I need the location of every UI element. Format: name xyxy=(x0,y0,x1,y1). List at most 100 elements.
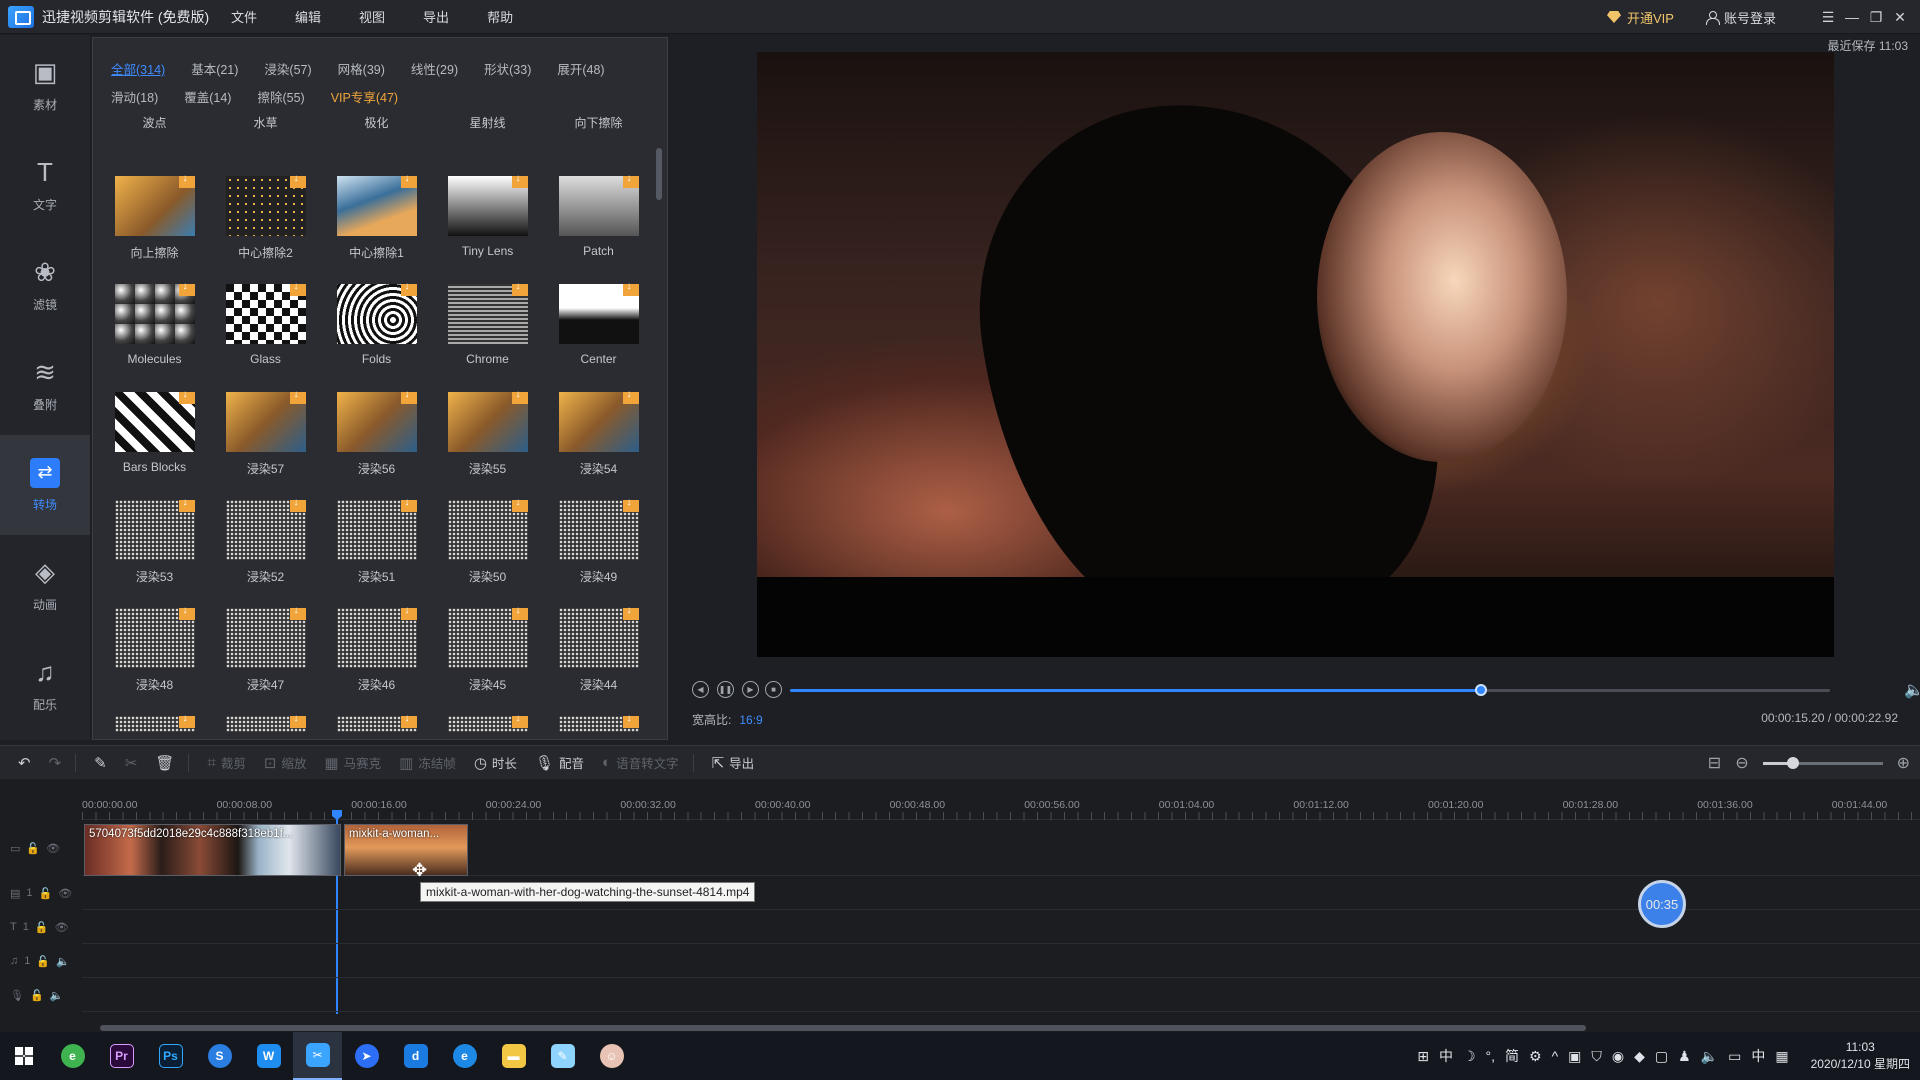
taskbar-app-dict[interactable]: d xyxy=(391,1032,440,1080)
transition-item[interactable]: 浸染57 xyxy=(218,389,313,477)
transition-item[interactable]: 浸染50 xyxy=(440,497,535,585)
duration-badge[interactable]: 00:35 xyxy=(1638,880,1686,928)
download-icon[interactable] xyxy=(178,389,195,404)
download-icon[interactable] xyxy=(289,281,306,296)
settings-icon[interactable]: ⚙ xyxy=(1529,1048,1542,1065)
export-button[interactable]: ⇱ 导出 xyxy=(712,753,755,772)
sidebar-item-music[interactable]: ♫ 配乐 xyxy=(0,635,90,735)
taskbar-app-notes[interactable]: ✎ xyxy=(538,1032,587,1080)
zoom-button[interactable]: ⊡ 缩放 xyxy=(264,753,307,772)
transition-item[interactable]: Molecules xyxy=(107,281,202,366)
transition-item[interactable]: 浸染52 xyxy=(218,497,313,585)
taskbar-app-video-editor[interactable]: ✂ xyxy=(293,1032,342,1080)
video-clip-1[interactable]: 5704073f5dd2018e29c4c888f318eb1f... xyxy=(84,824,341,876)
sidebar-item-animation[interactable]: ◈ 动画 xyxy=(0,535,90,635)
volume-icon[interactable]: 🔈 xyxy=(1904,680,1920,700)
taskbar-app-sogou[interactable]: S xyxy=(195,1032,244,1080)
transition-item[interactable]: 浸染49 xyxy=(551,497,646,585)
shield-icon[interactable]: ⛉ xyxy=(1591,1048,1602,1065)
speaker-icon[interactable]: 🔈 xyxy=(1701,1048,1718,1065)
download-icon[interactable] xyxy=(400,605,417,620)
taskbar-app-photoshop[interactable]: Ps xyxy=(146,1032,195,1080)
panel-scrollbar[interactable] xyxy=(655,114,663,732)
transition-item[interactable] xyxy=(218,713,313,732)
tab-slide[interactable]: 滑动(18) xyxy=(111,84,158,112)
login-button[interactable]: 账号登录 xyxy=(1705,8,1776,27)
zoom-slider-knob[interactable] xyxy=(1786,756,1799,769)
download-icon[interactable] xyxy=(289,173,306,188)
download-icon[interactable] xyxy=(511,173,528,188)
download-icon[interactable] xyxy=(289,389,306,404)
download-icon[interactable] xyxy=(511,497,528,512)
screenshot-icon[interactable]: ▢ xyxy=(1655,1048,1668,1065)
transition-item[interactable]: Patch xyxy=(551,173,646,258)
tab-vip[interactable]: VIP专享(47) xyxy=(331,84,398,112)
hamburger-menu-icon[interactable]: ☰ xyxy=(1816,0,1840,34)
start-button[interactable] xyxy=(0,1032,48,1080)
download-icon[interactable] xyxy=(622,497,639,512)
aspect-value[interactable]: 16:9 xyxy=(739,713,762,727)
taskbar-app-360[interactable]: e xyxy=(48,1032,97,1080)
progress-knob[interactable] xyxy=(1474,684,1487,696)
tab-linear[interactable]: 线性(29) xyxy=(411,56,458,84)
duration-button[interactable]: ◷ 时长 xyxy=(474,753,517,772)
undo-icon[interactable]: ↶ xyxy=(18,754,31,772)
transition-item[interactable]: 浸染46 xyxy=(329,605,424,693)
transition-item[interactable]: Chrome xyxy=(440,281,535,366)
timeline-scrollbar[interactable] xyxy=(86,1024,1920,1032)
transition-item[interactable]: 浸染56 xyxy=(329,389,424,477)
tray-app-icon[interactable]: ▣ xyxy=(1568,1048,1581,1065)
zoom-out-icon[interactable]: ⊖ xyxy=(1735,753,1748,773)
transition-item[interactable]: Center xyxy=(551,281,646,366)
download-icon[interactable] xyxy=(400,281,417,296)
panel-scroll-thumb[interactable] xyxy=(656,148,662,200)
taskbar-app-explorer[interactable]: ▬ xyxy=(489,1032,538,1080)
download-icon[interactable] xyxy=(622,605,639,620)
zoom-slider[interactable] xyxy=(1762,756,1883,769)
tab-basic[interactable]: 基本(21) xyxy=(191,56,238,84)
transition-item[interactable]: Folds xyxy=(329,281,424,366)
tab-dissolve[interactable]: 浸染(57) xyxy=(264,56,311,84)
eye-icon[interactable]: 👁 xyxy=(55,921,69,934)
transition-item[interactable]: 浸染47 xyxy=(218,605,313,693)
taskbar-app-xunjie[interactable]: W xyxy=(244,1032,293,1080)
transition-item[interactable]: 中心擦除2 xyxy=(218,173,313,261)
menu-file[interactable]: 文件 xyxy=(212,7,276,26)
download-icon[interactable] xyxy=(178,173,195,188)
netease-icon[interactable]: ◉ xyxy=(1612,1048,1624,1065)
download-icon[interactable] xyxy=(511,389,528,404)
mosaic-button[interactable]: ▦ 马赛克 xyxy=(324,753,381,772)
stop-icon[interactable]: ■ xyxy=(765,681,782,698)
fit-timeline-icon[interactable]: ⊟ xyxy=(1708,753,1721,773)
download-icon[interactable] xyxy=(178,605,195,620)
taskbar-app-ie[interactable]: e xyxy=(440,1032,489,1080)
transition-item[interactable]: 浸染44 xyxy=(551,605,646,693)
moon-icon[interactable]: ☽ xyxy=(1463,1048,1476,1065)
bird-icon[interactable]: ◆ xyxy=(1634,1048,1645,1065)
download-icon[interactable] xyxy=(622,713,639,728)
clock[interactable]: 11:03 2020/12/10 星期四 xyxy=(1811,1039,1910,1073)
transition-item[interactable]: 极化 xyxy=(329,114,424,131)
minimize-icon[interactable]: — xyxy=(1840,0,1864,34)
download-icon[interactable] xyxy=(511,713,528,728)
transition-item[interactable]: 浸染53 xyxy=(107,497,202,585)
split-icon[interactable]: ✂ xyxy=(125,754,138,772)
transition-item[interactable]: 波点 xyxy=(107,114,202,131)
download-icon[interactable] xyxy=(622,173,639,188)
video-clip-2[interactable]: mixkit-a-woman... xyxy=(344,824,468,876)
close-icon[interactable]: ✕ xyxy=(1888,0,1912,34)
lock-icon[interactable]: 🔓 xyxy=(39,887,53,900)
lock-icon[interactable]: 🔓 xyxy=(30,989,44,1002)
download-icon[interactable] xyxy=(178,281,195,296)
vip-button[interactable]: 开通VIP xyxy=(1607,8,1674,27)
maximize-icon[interactable]: ❐ xyxy=(1864,0,1888,34)
tab-grid[interactable]: 网格(39) xyxy=(338,56,385,84)
video-preview[interactable] xyxy=(757,52,1834,657)
transition-item[interactable]: 向上擦除 xyxy=(107,173,202,261)
redo-icon[interactable]: ↷ xyxy=(49,754,62,772)
menu-edit[interactable]: 编辑 xyxy=(276,7,340,26)
tab-cover[interactable]: 覆盖(14) xyxy=(184,84,231,112)
network-icon[interactable]: ▭ xyxy=(1728,1048,1741,1065)
pause-icon[interactable]: ❚❚ xyxy=(717,681,734,698)
transition-item[interactable] xyxy=(329,713,424,732)
